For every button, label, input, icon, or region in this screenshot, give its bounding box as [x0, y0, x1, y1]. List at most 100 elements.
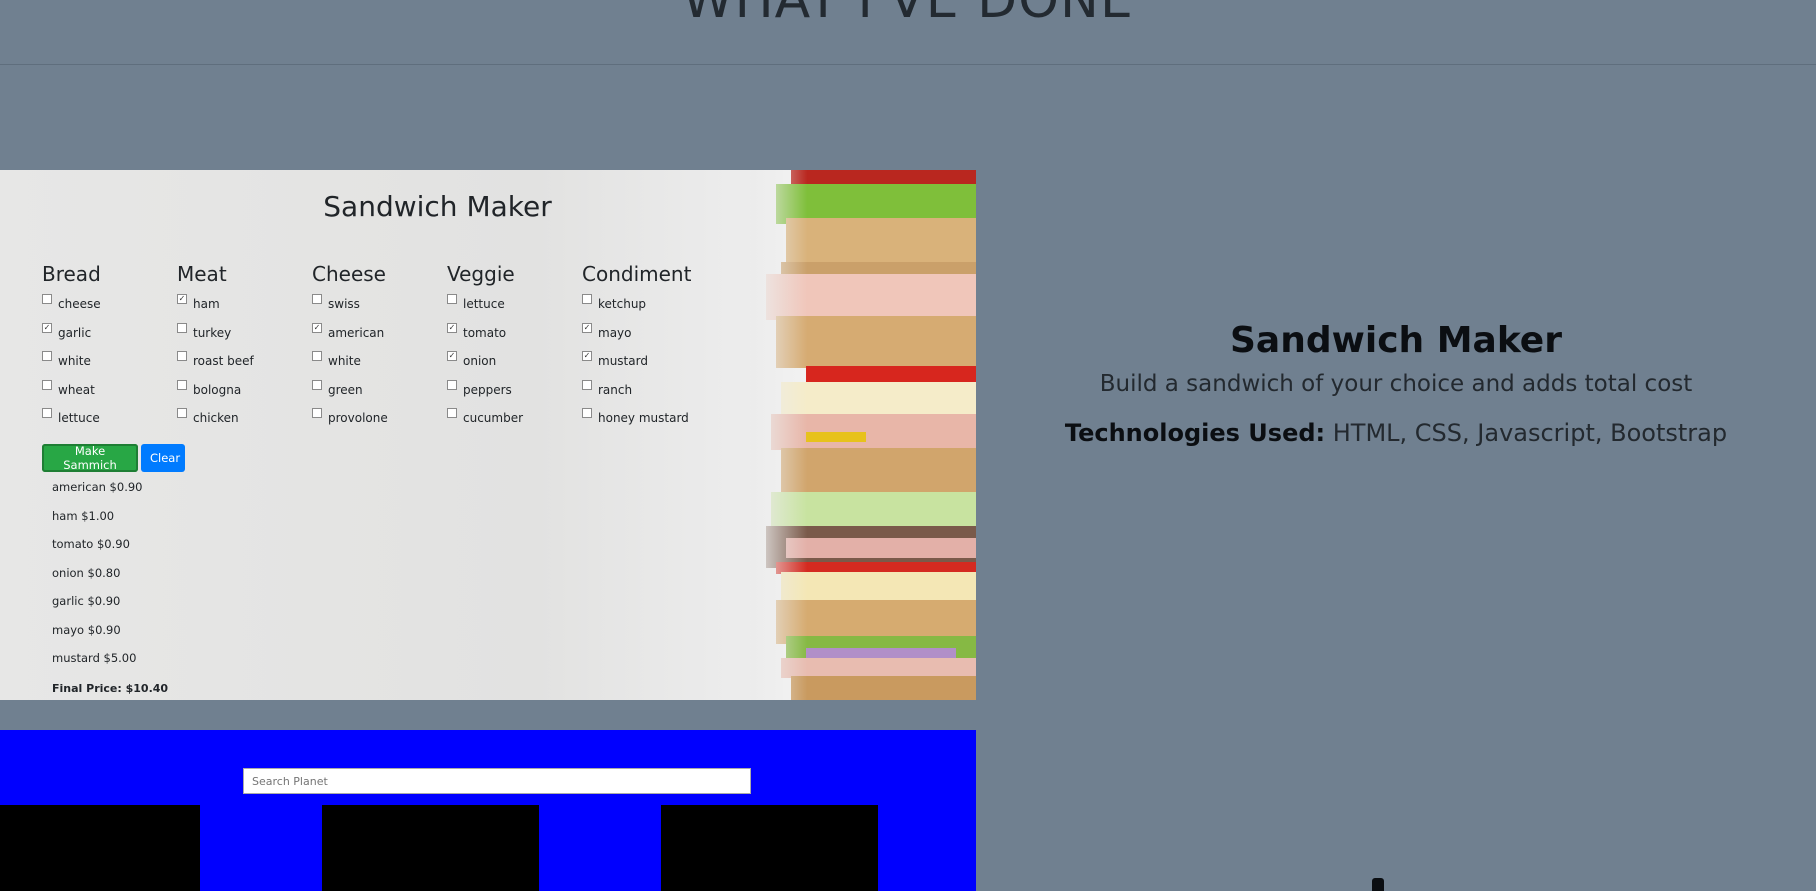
- checkbox[interactable]: [447, 294, 457, 305]
- checkbox[interactable]: [42, 379, 52, 390]
- checkbox[interactable]: [582, 408, 592, 419]
- checkbox[interactable]: [177, 408, 187, 419]
- ingredient-option[interactable]: ketchup: [582, 290, 712, 319]
- option-label: honey mustard: [598, 411, 689, 426]
- technologies-list: HTML, CSS, Javascript, Bootstrap: [1325, 419, 1728, 447]
- option-label: swiss: [328, 297, 360, 312]
- column-heading: Bread: [42, 262, 101, 286]
- selected-item: garlic $0.90: [52, 594, 121, 608]
- column-heading: Veggie: [447, 262, 515, 286]
- checkbox[interactable]: ✓: [447, 322, 457, 333]
- ingredient-option[interactable]: swiss: [312, 290, 442, 319]
- checkbox[interactable]: ✓: [582, 322, 592, 333]
- ingredient-option[interactable]: cucumber: [447, 404, 577, 433]
- option-label: white: [328, 354, 361, 369]
- technologies-label: Technologies Used:: [1064, 419, 1326, 447]
- selected-items-list: american $0.90 ham $1.00 tomato $0.90 onion…: [52, 480, 142, 680]
- ingredient-option[interactable]: wheat: [42, 376, 172, 405]
- checkbox[interactable]: [177, 351, 187, 362]
- option-label: peppers: [463, 382, 512, 397]
- project-description: Sandwich Maker Build a sandwich of your …: [976, 320, 1816, 447]
- make-sammich-button[interactable]: Make Sammich: [42, 444, 138, 472]
- checkbox[interactable]: [582, 294, 592, 305]
- checkbox[interactable]: ✓: [447, 351, 457, 362]
- column-heading: Cheese: [312, 262, 386, 286]
- option-label: chicken: [193, 411, 239, 426]
- checkbox[interactable]: ✓: [312, 322, 322, 333]
- option-label: bologna: [193, 382, 242, 397]
- checkbox[interactable]: [42, 408, 52, 419]
- selected-item: mayo $0.90: [52, 622, 121, 637]
- option-label: cheese: [58, 297, 101, 312]
- option-label: wheat: [58, 382, 95, 397]
- checkbox[interactable]: [312, 294, 322, 305]
- checkbox[interactable]: [312, 379, 322, 390]
- option-label: lettuce: [58, 411, 100, 426]
- checkbox[interactable]: [447, 379, 457, 390]
- checkbox[interactable]: [177, 322, 187, 333]
- option-label: onion: [463, 354, 497, 369]
- ingredient-option[interactable]: honey mustard: [582, 404, 712, 433]
- checkbox[interactable]: [312, 408, 322, 419]
- ingredient-option[interactable]: chicken: [177, 404, 307, 433]
- ingredient-option[interactable]: ✓ mayo: [582, 319, 712, 348]
- selected-item: mustard $5.00: [52, 651, 137, 665]
- planet-search-demo: [0, 730, 976, 891]
- checkbox[interactable]: ✓: [582, 351, 592, 362]
- ingredient-option[interactable]: ✓ mustard: [582, 347, 712, 376]
- ingredient-option[interactable]: ✓ garlic: [42, 319, 172, 348]
- checkbox[interactable]: [582, 379, 592, 390]
- ingredient-option[interactable]: cheese: [42, 290, 172, 319]
- ingredient-option[interactable]: lettuce: [42, 404, 172, 433]
- project-summary: Build a sandwich of your choice and adds…: [1099, 371, 1693, 397]
- ingredient-option[interactable]: turkey: [177, 319, 307, 348]
- option-label: ranch: [598, 382, 633, 397]
- checkbox[interactable]: [447, 408, 457, 419]
- page-title: WHAT I'VE DONE: [682, 0, 1134, 30]
- clear-button[interactable]: Clear: [141, 444, 185, 472]
- project-title: Sandwich Maker: [1230, 320, 1562, 361]
- option-label: american: [328, 325, 385, 340]
- ingredient-option[interactable]: bologna: [177, 376, 307, 405]
- planet-card[interactable]: [661, 805, 878, 891]
- ingredient-option[interactable]: ✓ american: [312, 319, 442, 348]
- option-label: tomato: [463, 325, 507, 340]
- checkbox[interactable]: [42, 351, 52, 362]
- ingredient-option[interactable]: ✓ tomato: [447, 319, 577, 348]
- option-label: ham: [193, 297, 220, 312]
- ingredient-option[interactable]: peppers: [447, 376, 577, 405]
- selected-item: tomato $0.90: [52, 537, 130, 551]
- ingredient-option[interactable]: ranch: [582, 376, 712, 405]
- page-header: WHAT I'VE DONE: [0, 0, 1816, 65]
- ingredient-option[interactable]: white: [312, 347, 442, 376]
- ingredient-option[interactable]: provolone: [312, 404, 442, 433]
- ingredient-option[interactable]: ✓ ham: [177, 290, 307, 319]
- checkbox[interactable]: ✓: [42, 322, 52, 333]
- ingredient-option[interactable]: white: [42, 347, 172, 376]
- sandwich-maker-demo: Sandwich Maker Bread cheese ✓ garlic white wh…: [0, 170, 976, 700]
- option-label: roast beef: [193, 354, 254, 369]
- ingredient-option[interactable]: lettuce: [447, 290, 577, 319]
- ingredient-column-cheese: Cheese swiss ✓ american white green provolone: [312, 262, 442, 433]
- option-label: lettuce: [463, 297, 505, 312]
- checkbox[interactable]: [42, 294, 52, 305]
- checkbox[interactable]: [177, 379, 187, 390]
- next-project-title-fragment: [1372, 878, 1384, 891]
- option-label: green: [328, 382, 363, 397]
- ingredient-option[interactable]: green: [312, 376, 442, 405]
- option-label: ketchup: [598, 297, 647, 312]
- checkbox[interactable]: ✓: [177, 294, 187, 305]
- ingredient-option[interactable]: ✓ onion: [447, 347, 577, 376]
- option-label: provolone: [328, 411, 388, 426]
- checkbox[interactable]: [312, 351, 322, 362]
- ingredient-option[interactable]: roast beef: [177, 347, 307, 376]
- option-label: white: [58, 354, 91, 369]
- search-planet-input[interactable]: [243, 768, 751, 794]
- selected-item: ham $1.00: [52, 508, 115, 523]
- selected-item: onion $0.80: [52, 565, 121, 580]
- ingredient-column-condiment: Condiment ketchup ✓ mayo ✓ mustard ranch honey …: [582, 262, 712, 433]
- planet-card[interactable]: [322, 805, 539, 891]
- sandwich-image: [751, 170, 976, 700]
- planet-card[interactable]: [0, 805, 200, 891]
- demo-title: Sandwich Maker: [323, 190, 552, 223]
